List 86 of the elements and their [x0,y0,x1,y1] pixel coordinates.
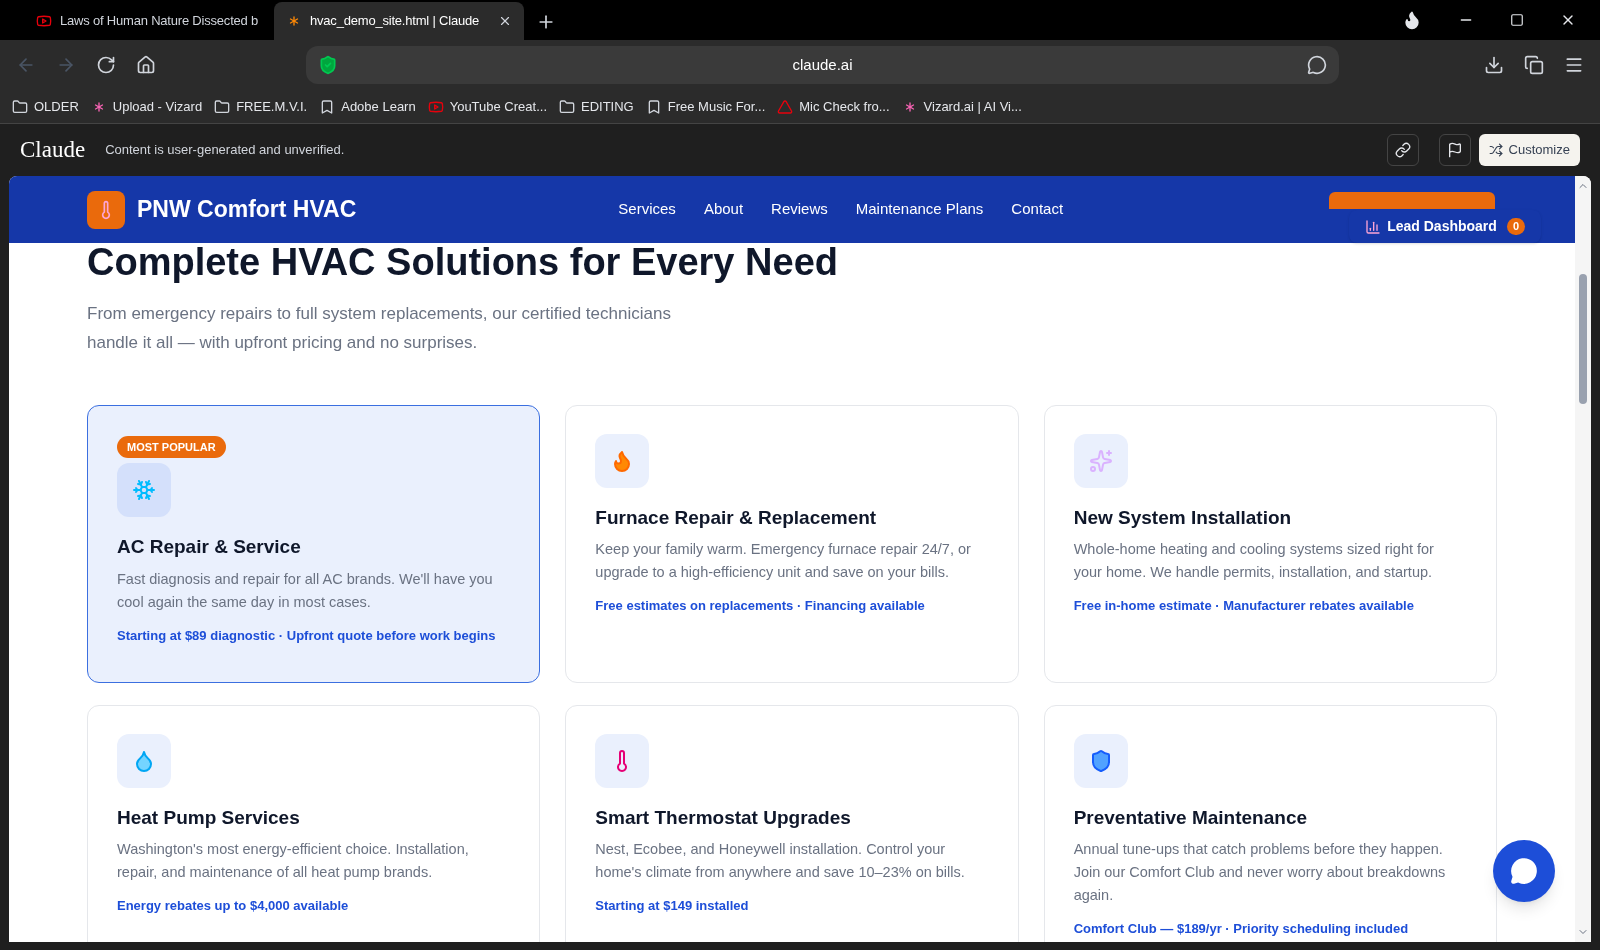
count-badge: 0 [1506,218,1525,235]
bookmark-label: Adobe Learn [341,97,416,116]
site-brand[interactable]: PNW Comfort HVAC [137,192,357,227]
intro-text: From emergency repairs to full system replacements, our certified technicians handle it all — with upfront pricing and no surprises. [87,302,672,354]
copy-icon[interactable] [1524,55,1544,75]
popular-badge: MOST POPULAR [117,435,226,458]
bookmark-item[interactable]: Upload - Vizard [90,96,203,117]
logo-badge[interactable] [87,190,125,229]
flag-button[interactable] [1438,134,1471,166]
url-text: claude.ai [791,54,854,75]
flame-icon[interactable] [1402,10,1422,30]
nav-link[interactable]: Maintenance Plans [855,198,984,221]
bookmark-item[interactable]: OLDER [12,96,79,117]
card-description: Keep your family warm. Emergency furnace repair 24/7, or upgrade to a high-efficiency unit and save on your bills. [595,540,972,582]
address-bar[interactable]: claude.ai [306,46,1339,84]
folder-icon [559,98,575,115]
card-note: Energy rebates up to $4,000 available [117,897,350,915]
bookmark-label: Upload - Vizard [112,97,203,116]
scroll-thumb[interactable] [1579,274,1587,404]
bookmark-label: Vizard.ai | AI Vi... [923,97,1022,116]
card-note: Free in-home estimate · Manufacturer rebates available [1073,597,1415,615]
bookmark-item[interactable]: YouTube Creat... [427,96,547,117]
snowflake-icon [132,478,156,502]
nav-link[interactable]: Reviews [771,198,828,221]
bookmark-item[interactable]: Free Music For... [645,96,766,117]
bookmark-item[interactable]: EDITING [559,96,634,117]
bookmark-item[interactable]: Adobe Learn [319,96,416,117]
nav-link[interactable]: Contact [1011,198,1064,221]
bookmark-label: Free Music For... [667,97,766,116]
bookmark-label: FREE.M.V.I. [236,97,308,116]
card-note: Comfort Club — $189/yr · Priority scheduling included [1073,920,1410,938]
play-icon [36,13,52,29]
shield-icon [318,55,338,75]
bookmark-label: Mic Check fro... [799,97,890,116]
nav-link[interactable]: Services [618,198,676,221]
card-title: Furnace Repair & Replacement [595,505,878,530]
sparkle-icon [1088,448,1113,473]
tab-title: hvac_demo_site.html | Claude [310,12,481,31]
scrollbar[interactable] [1575,176,1591,942]
bookmark-label: YouTube Creat... [449,97,547,116]
card-description: Fast diagnosis and repair for all AC brands. We'll have you cool again the same day in most cases. [117,569,494,612]
card-title: Smart Thermostat Upgrades [595,805,852,830]
brand-name: Claude [20,135,86,164]
shuffle-icon [1488,143,1503,157]
chat-icon[interactable] [1307,55,1327,75]
reload-icon[interactable] [96,55,116,75]
bookmark-item[interactable]: Mic Check fro... [777,96,890,117]
bookmark-label: OLDER [34,97,79,116]
link-button[interactable] [1386,134,1419,166]
card-title: New System Installation [1073,505,1293,530]
browser-tab[interactable]: hvac_demo_site.html | Claude [274,2,524,40]
home-icon[interactable] [136,55,156,75]
card-title: Heat Pump Services [117,805,301,830]
bookmark-item[interactable]: Vizard.ai | AI Vi... [901,96,1022,117]
restore-icon[interactable] [1510,13,1524,27]
card-description: Whole-home heating and cooling systems sized right for your home. We handle permits, installation, and startup. [1073,540,1435,582]
bookmark-item[interactable]: FREE.M.V.I. [214,96,308,117]
dashboard-label: Lead Dashboard [1387,217,1497,236]
card-title: Preventative Maintenance [1073,805,1309,830]
tab-title: Laws of Human Nature Dissected b [60,12,260,31]
card-note: Starting at $89 diagnostic · Upfront quote before work begins [117,626,497,645]
chat-icon [1510,857,1538,885]
card-title: AC Repair & Service [117,535,302,559]
close-icon[interactable] [498,14,512,28]
link-icon [1394,142,1411,158]
chart-icon [1365,218,1382,235]
card-description: Nest, Ecobee, and Honeywell installation. Control your home's climate from anywhere and save 10–23% on bills. [595,840,966,882]
menu-icon[interactable] [1564,55,1584,75]
folder-icon [12,98,28,115]
chat-button[interactable] [1493,840,1555,902]
bookmark-label: EDITING [581,97,634,116]
folder-icon [214,98,231,115]
notice-text: Content is user-generated and unverified. [105,141,345,160]
download-icon[interactable] [1484,55,1504,75]
browser-tab[interactable]: Laws of Human Nature Dissected b [24,2,274,40]
customize-label: Customize [1508,141,1570,160]
nav-link[interactable]: About [703,198,744,221]
lead-dashboard-button[interactable]: Lead Dashboard 0 [1349,210,1541,243]
card-description: Annual tune-ups that catch problems before they happen. Join our Comfort Club and never worry about breakdowns again. [1073,840,1447,905]
card-note: Free estimates on replacements · Financing available [595,597,926,615]
card-note: Starting at $149 installed [595,897,750,915]
triangle-icon [777,98,794,115]
section-heading: Complete HVAC Solutions for Every Need [87,240,839,285]
customize-button[interactable]: Customize [1478,134,1580,166]
flag-icon [1446,142,1463,158]
card-description: Washington's most energy-efficient choice. Installation, repair, and maintenance of all heat pump brands. [117,840,470,882]
